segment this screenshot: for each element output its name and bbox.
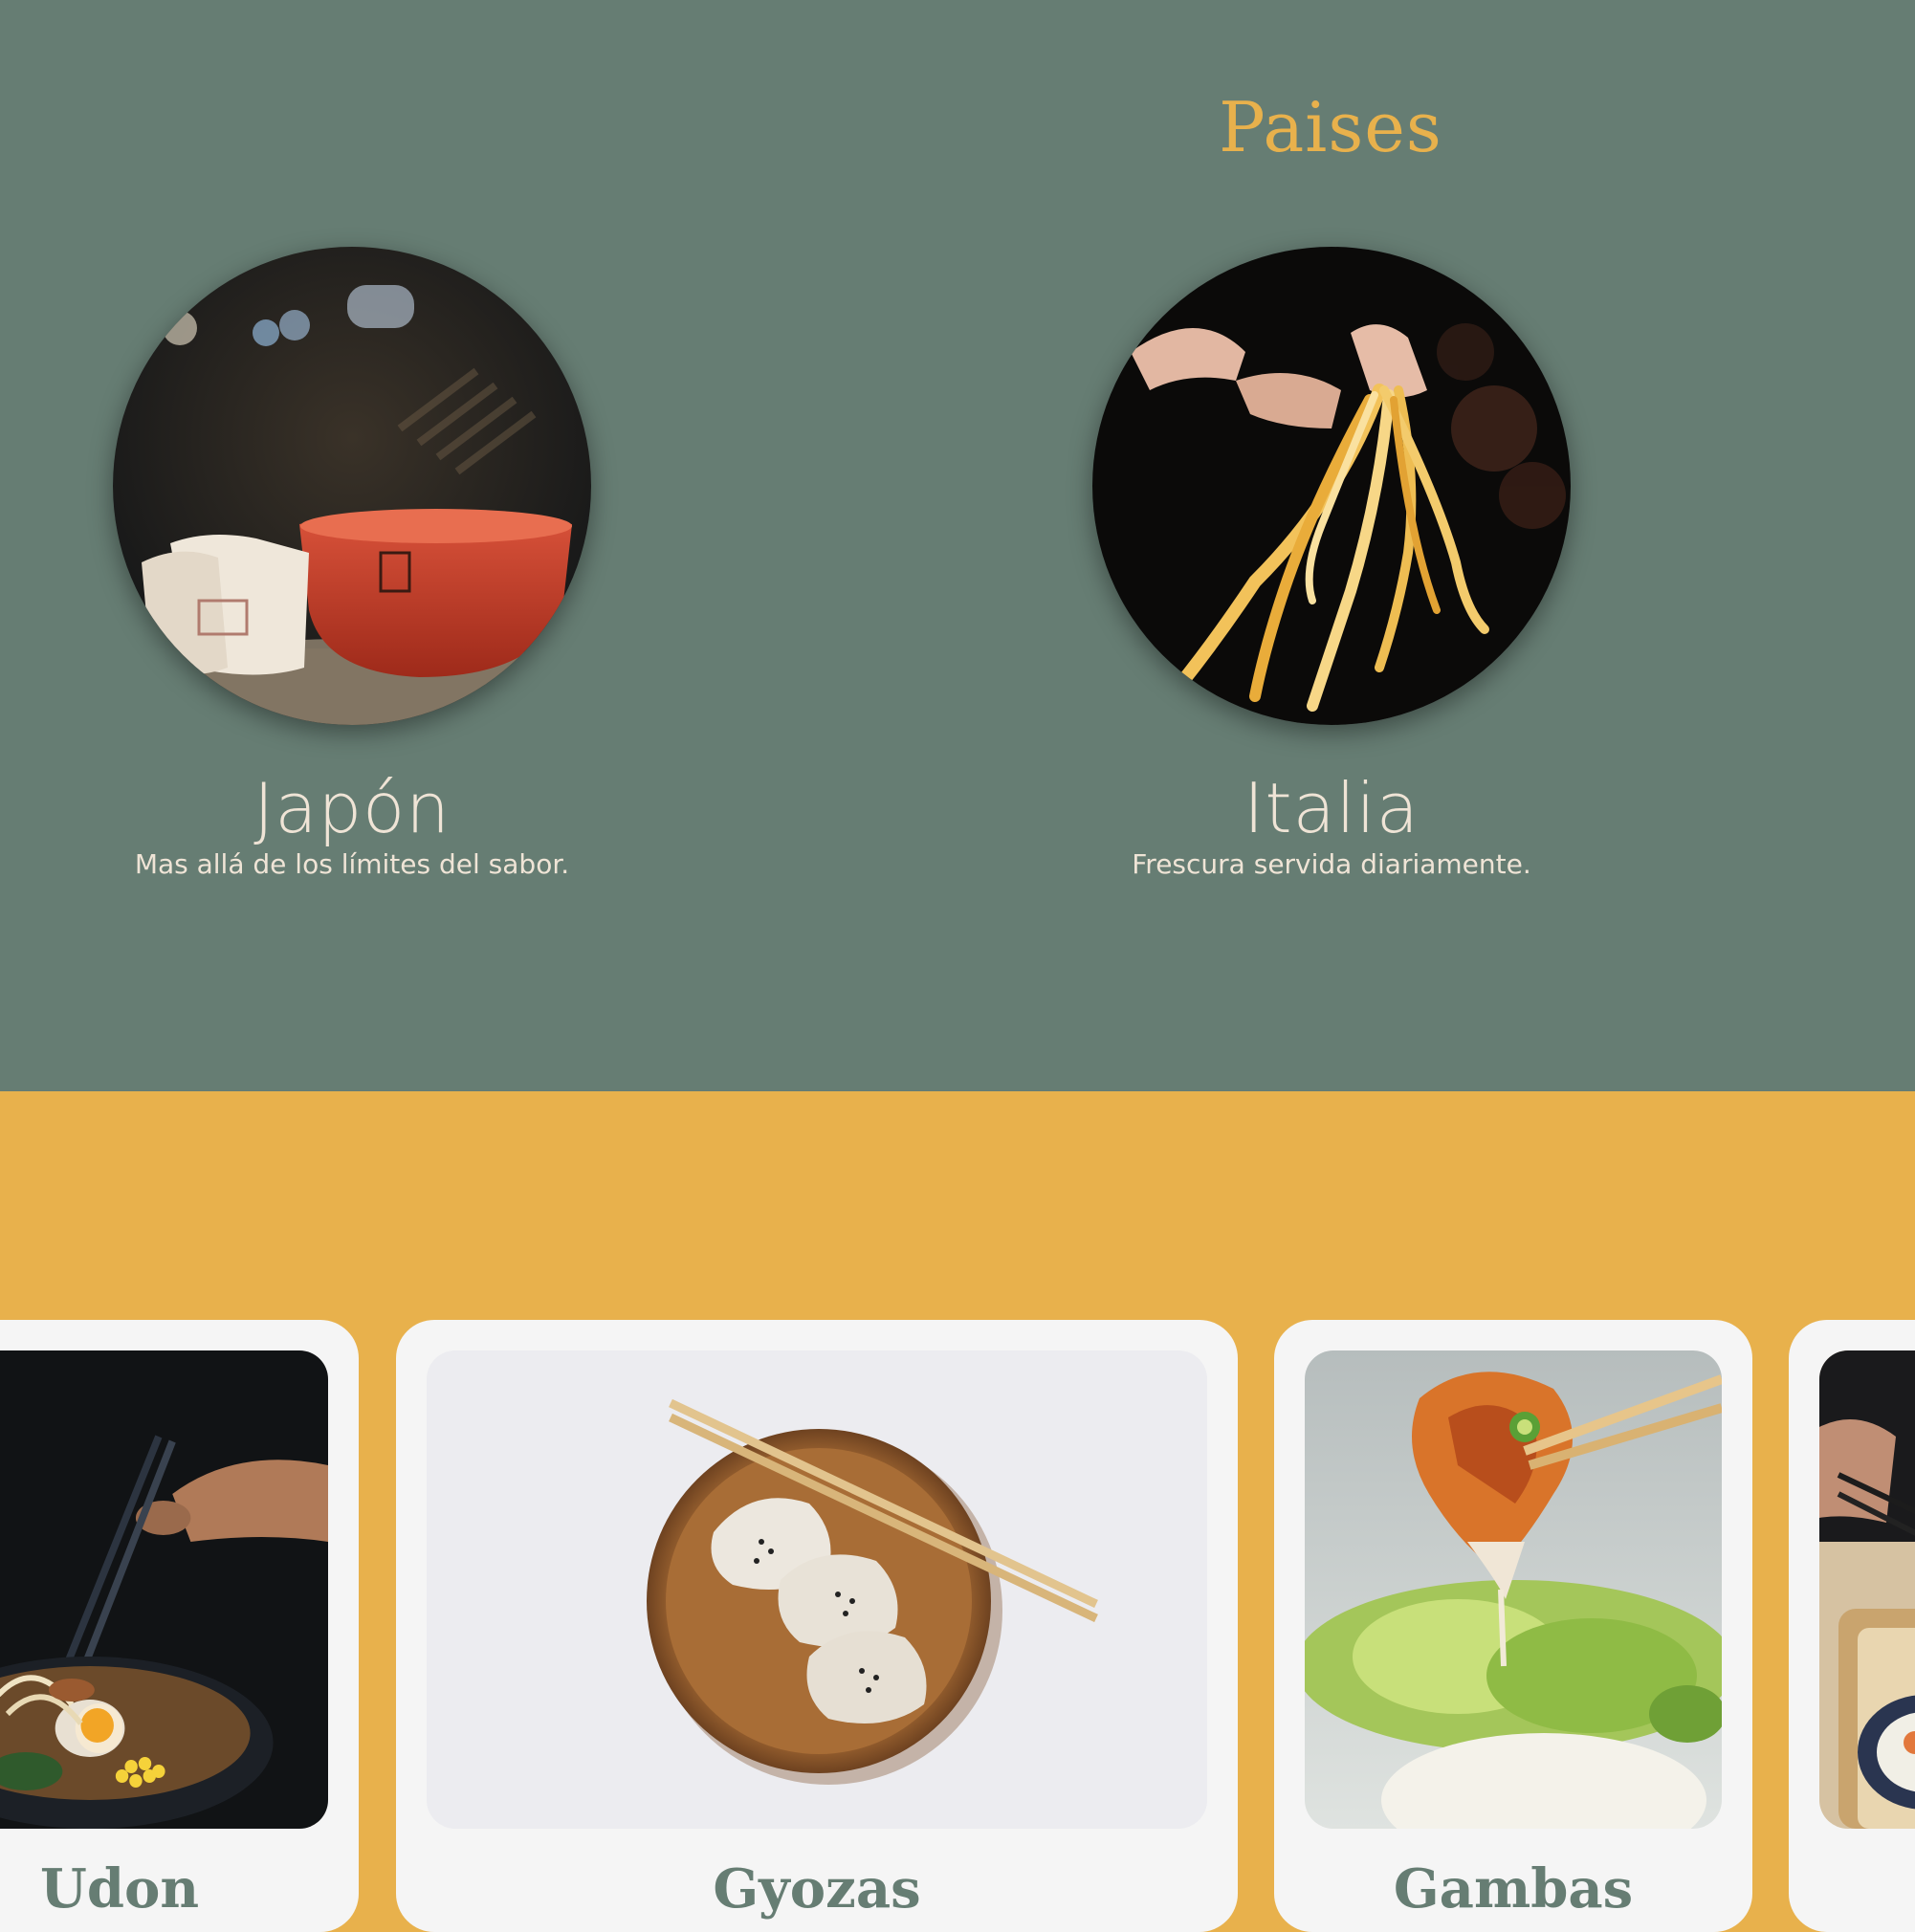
country-card-italy[interactable]: Italia Frescura servida diariamente. <box>1045 247 1618 882</box>
dish-image-sushi[interactable] <box>1819 1350 1915 1829</box>
dish-name-udon: Udon <box>40 1857 200 1921</box>
dish-name-gyozas: Gyozas <box>713 1857 921 1921</box>
country-tagline-italy: Frescura servida diariamente. <box>1132 848 1531 880</box>
country-image-japan[interactable] <box>113 247 591 725</box>
dish-name-gambas: Gambas <box>1393 1857 1634 1921</box>
countries-section: Paises Japón Mas allá de los límites del… <box>0 0 1915 1091</box>
country-tagline-japan: Mas allá de los límites del sabor. <box>134 848 570 880</box>
countries-title: Paises <box>1219 87 1442 167</box>
country-image-italy[interactable] <box>1092 247 1571 725</box>
dish-card-gambas[interactable]: Gambas <box>1274 1320 1752 1932</box>
dish-image-gambas[interactable] <box>1305 1350 1722 1829</box>
country-name-italy: Italia <box>1244 768 1420 848</box>
dish-image-gyozas[interactable] <box>427 1350 1207 1829</box>
country-card-japan[interactable]: Japón Mas allá de los límites del sabor. <box>65 247 639 882</box>
dish-card-sushi[interactable] <box>1789 1320 1915 1932</box>
dish-card-udon[interactable]: Udon <box>0 1320 359 1932</box>
country-name-japan: Japón <box>253 768 451 848</box>
dish-image-udon[interactable] <box>0 1350 328 1829</box>
dishes-section: Udon Gyozas Gambas <box>0 1091 1915 1932</box>
dish-card-gyozas[interactable]: Gyozas <box>396 1320 1238 1932</box>
